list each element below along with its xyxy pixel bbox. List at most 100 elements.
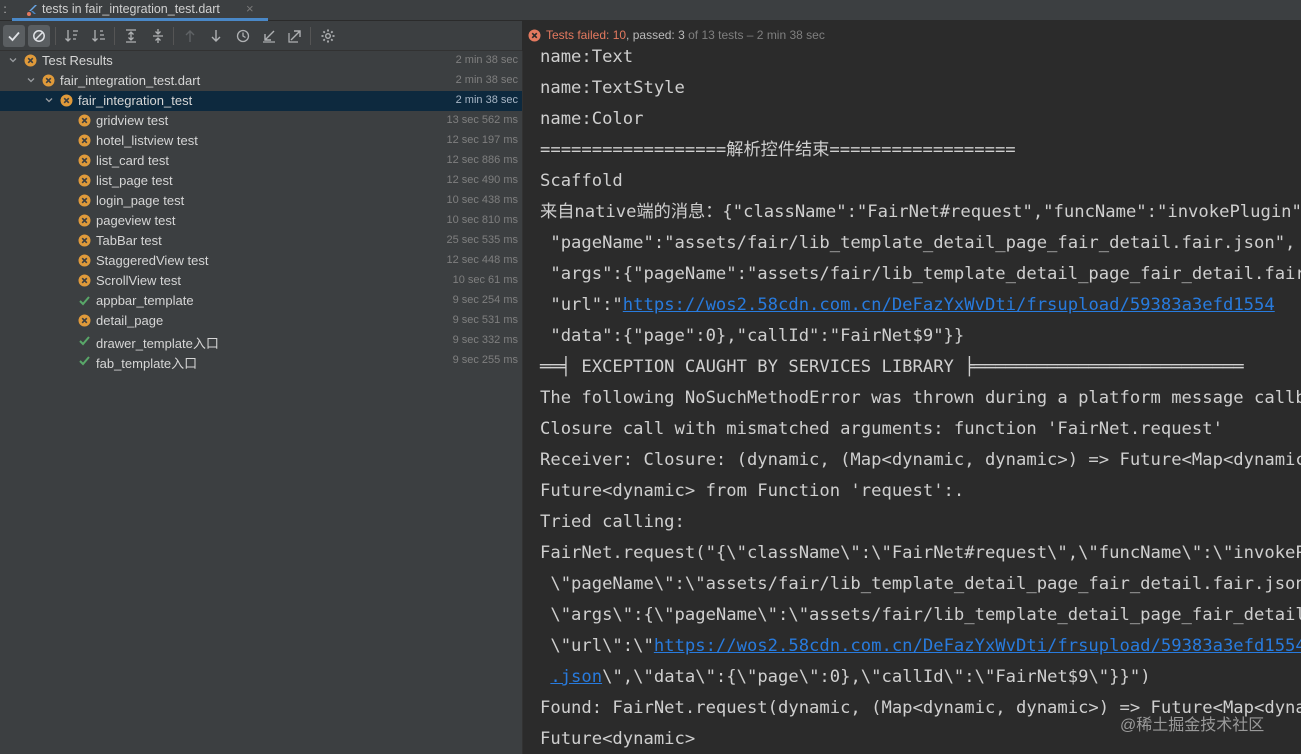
- import-icon: [263, 30, 275, 43]
- toolbar-separator: [114, 27, 115, 45]
- console-line: ══╡ EXCEPTION CAUGHT BY SERVICES LIBRARY…: [540, 357, 1244, 377]
- test-name: gridview test: [96, 113, 169, 128]
- chevron-down-icon[interactable]: [26, 75, 36, 85]
- test-name: fab_template入口: [96, 356, 198, 371]
- next-failed-button[interactable]: [205, 25, 227, 47]
- test-name: drawer_template入口: [96, 336, 219, 351]
- console-line: \"url\":\"https://wos2.58cdn.com.cn/DeFa…: [540, 636, 1301, 656]
- test-name: StaggeredView test: [96, 253, 209, 268]
- console-link[interactable]: https://wos2.58cdn.com.cn/DeFazYxWvDti/f…: [623, 295, 1275, 315]
- console-line: ==================解析控件结束================…: [540, 140, 1016, 160]
- console-line: name:Color: [540, 109, 644, 129]
- tree-item-test-file[interactable]: fair_integration_test.dart 2 min 38 sec: [0, 71, 522, 91]
- console-text: \",\"data\":{\"page\":0},\"callId\":\"Fa…: [602, 667, 1151, 687]
- test-duration: 10 sec 61 ms: [452, 274, 518, 286]
- failed-icon: [78, 114, 91, 127]
- test-duration: 9 sec 531 ms: [452, 314, 518, 326]
- console-link[interactable]: .json: [550, 667, 602, 687]
- failed-icon: [78, 274, 91, 287]
- test-name: detail_page: [96, 313, 164, 328]
- status-separator: ,: [626, 28, 633, 42]
- sort-alpha-icon: [65, 30, 78, 42]
- passed-check-icon: [79, 336, 90, 346]
- tree-item-test[interactable]: list_page test 12 sec 490 ms: [0, 171, 522, 191]
- previous-failed-button[interactable]: [179, 25, 201, 47]
- chevron-down-icon[interactable]: [44, 95, 54, 105]
- circle-slash-icon: [33, 30, 45, 42]
- failed-count: Tests failed: 10: [546, 28, 627, 42]
- test-duration: 9 sec 254 ms: [452, 294, 518, 306]
- import-tests-button[interactable]: [258, 25, 280, 47]
- console-line: "url":"https://wos2.58cdn.com.cn/DeFazYx…: [540, 295, 1275, 315]
- total-summary: of 13 tests – 2 min 38 sec: [684, 28, 825, 42]
- failed-icon: [42, 74, 55, 87]
- tree-item-test[interactable]: ScrollView test 10 sec 61 ms: [0, 271, 522, 291]
- show-ignored-button[interactable]: [28, 25, 50, 47]
- test-duration: 9 sec 332 ms: [452, 334, 518, 346]
- export-tests-button[interactable]: [284, 25, 306, 47]
- settings-button[interactable]: [317, 25, 339, 47]
- tree-item-test[interactable]: drawer_template入口 9 sec 332 ms: [0, 331, 522, 351]
- failed-icon: [78, 254, 91, 267]
- tree-item-test[interactable]: list_card test 12 sec 886 ms: [0, 151, 522, 171]
- toolbar-separator: [310, 27, 311, 45]
- tree-root-test-results[interactable]: Test Results 2 min 38 sec: [0, 51, 522, 71]
- more-icon[interactable]: :: [0, 2, 10, 16]
- close-icon[interactable]: ×: [246, 1, 254, 16]
- tree-item-test[interactable]: StaggeredView test 12 sec 448 ms: [0, 251, 522, 271]
- tree-item-test[interactable]: appbar_template 9 sec 254 ms: [0, 291, 522, 311]
- failed-icon: [78, 174, 91, 187]
- tree-item-test[interactable]: pageview test 10 sec 810 ms: [0, 211, 522, 231]
- test-duration: 13 sec 562 ms: [446, 114, 518, 126]
- console-line: "data":{"page":0},"callId":"FairNet$9"}}: [540, 326, 965, 346]
- export-icon: [288, 30, 301, 43]
- test-duration: 2 min 38 sec: [455, 74, 518, 86]
- console-output[interactable]: name:Text name:TextStyle name:Color =======…: [523, 42, 1301, 754]
- sort-by-duration-button[interactable]: [88, 25, 110, 47]
- test-duration: 10 sec 810 ms: [446, 214, 518, 226]
- test-duration: 25 sec 535 ms: [446, 234, 518, 246]
- test-name: Test Results: [42, 53, 113, 68]
- test-name: fair_integration_test.dart: [60, 73, 201, 88]
- tree-item-test-group[interactable]: fair_integration_test 2 min 38 sec: [0, 91, 522, 111]
- console-line: "pageName":"assets/fair/lib_template_det…: [540, 233, 1296, 253]
- console-line: name:Text: [540, 47, 634, 67]
- tree-item-test[interactable]: TabBar test 25 sec 535 ms: [0, 231, 522, 251]
- expand-all-button[interactable]: [120, 25, 142, 47]
- console-line: Future<dynamic>: [540, 729, 696, 749]
- arrow-down-icon: [211, 30, 221, 42]
- arrow-up-icon: [185, 30, 195, 42]
- console-line: Receiver: Closure: (dynamic, (Map<dynami…: [540, 450, 1301, 470]
- sort-duration-icon: [92, 30, 105, 42]
- tree-item-test[interactable]: hotel_listview test 12 sec 197 ms: [0, 131, 522, 151]
- console-link[interactable]: https://wos2.58cdn.com.cn/DeFazYxWvDti/f…: [654, 636, 1301, 656]
- tree-item-test[interactable]: login_page test 10 sec 438 ms: [0, 191, 522, 211]
- console-line: Tried calling:: [540, 512, 685, 532]
- console-line: The following NoSuchMethodError was thro…: [540, 388, 1301, 408]
- test-results-tree: Test Results 2 min 38 sec fair_integration…: [0, 51, 522, 754]
- failed-icon: [78, 234, 91, 247]
- test-history-button[interactable]: [232, 25, 254, 47]
- failed-icon: [78, 314, 91, 327]
- passed-check-icon: [79, 356, 90, 366]
- tree-item-test[interactable]: detail_page 9 sec 531 ms: [0, 311, 522, 331]
- status-summary: Tests failed: 10, passed: 3 of 13 tests …: [546, 28, 825, 42]
- chevron-down-icon[interactable]: [8, 55, 18, 65]
- failed-icon: [78, 194, 91, 207]
- test-name: login_page test: [96, 193, 185, 208]
- show-passed-button[interactable]: [3, 25, 25, 47]
- collapse-all-button[interactable]: [147, 25, 169, 47]
- test-runner-toolbar: [0, 21, 522, 51]
- failed-icon: [528, 29, 541, 42]
- console-line: Closure call with mismatched arguments: …: [540, 419, 1223, 439]
- tree-item-test[interactable]: gridview test 13 sec 562 ms: [0, 111, 522, 131]
- passed-count: passed: 3: [632, 28, 685, 42]
- toolbar-separator: [55, 27, 56, 45]
- tree-item-test[interactable]: fab_template入口 9 sec 255 ms: [0, 351, 522, 371]
- tab-tests[interactable]: tests in fair_integration_test.dart ×: [12, 0, 268, 21]
- console-line: FairNet.request("{\"className\":\"FairNe…: [540, 543, 1301, 563]
- sort-alphabetically-button[interactable]: [61, 25, 83, 47]
- test-name: fair_integration_test: [78, 93, 193, 108]
- test-duration: 2 min 38 sec: [455, 94, 518, 106]
